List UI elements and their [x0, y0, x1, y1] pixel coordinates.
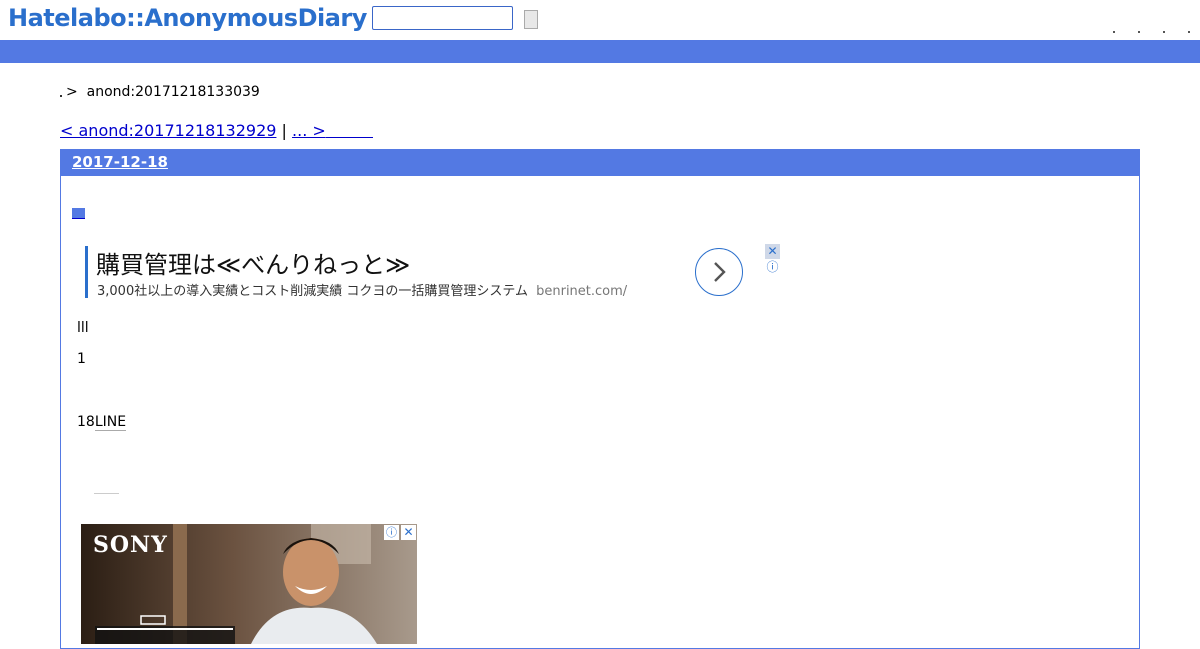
search-button[interactable]: [524, 10, 538, 29]
day-section: 2017-12-18 購買管理は≪べんりねっと≫ 3,000社以上の導入実績とコ…: [60, 149, 1140, 649]
ad-arrow-button[interactable]: [695, 248, 743, 296]
ad-close-icon[interactable]: ✕: [401, 525, 416, 540]
ad-info-icon[interactable]: ⓘ: [384, 525, 399, 540]
next-entry-link[interactable]: ... >: [292, 121, 373, 140]
ad-brand-logo: SONY: [93, 532, 168, 558]
breadcrumb: > anond:20171218133039: [60, 84, 260, 100]
header-links: [1095, 18, 1190, 37]
header-link-2[interactable]: [1137, 31, 1140, 33]
body-line-2: 1: [77, 351, 86, 367]
header-link-4[interactable]: [1188, 31, 1190, 33]
chevron-right-icon: [714, 262, 726, 282]
ad-description: 3,000社以上の導入実績とコスト削減実績 コクヨの一括購買管理システム ben…: [97, 280, 627, 299]
ad-title[interactable]: 購買管理は≪べんりねっと≫: [96, 245, 410, 280]
header-bar: [0, 40, 1200, 63]
ad-url[interactable]: benrinet.com/: [536, 284, 627, 299]
ad-description-text: 3,000社以上の導入実績とコスト削減実績 コクヨの一括購買管理システム: [97, 284, 528, 299]
breadcrumb-current: anond:20171218133039: [86, 84, 260, 100]
day-date-link[interactable]: 2017-12-18: [72, 153, 168, 171]
divider: [94, 493, 119, 494]
header-link-3[interactable]: [1162, 31, 1165, 33]
site-logo[interactable]: Hatelabo::AnonymousDiary: [8, 4, 367, 32]
prev-entry-link[interactable]: < anond:20171218132929: [60, 121, 276, 140]
entry-permalink-anchor[interactable]: [72, 208, 85, 219]
site-header: Hatelabo::AnonymousDiary: [0, 0, 1200, 40]
body-line-1: lll: [77, 320, 89, 336]
breadcrumb-home-link[interactable]: [60, 95, 62, 97]
breadcrumb-separator: >: [66, 84, 78, 100]
text-ad[interactable]: 購買管理は≪べんりねっと≫ 3,000社以上の導入実績とコスト削減実績 コクヨの…: [85, 246, 785, 300]
body-line-3-prefix: 18: [77, 414, 95, 430]
entry-pager: < anond:20171218132929 | ... >: [60, 121, 373, 140]
keyword-link[interactable]: LINE: [94, 414, 127, 431]
header-link-1[interactable]: [1112, 31, 1115, 33]
ad-accent-bar: [85, 246, 88, 298]
search-input[interactable]: [372, 6, 513, 30]
day-header: 2017-12-18: [61, 150, 1139, 176]
pager-divider: |: [281, 121, 287, 140]
body-line-3: 18LINE: [77, 414, 127, 431]
ad-info-icon[interactable]: ⓘ: [766, 261, 779, 274]
image-ad[interactable]: SONY ⓘ ✕: [81, 524, 417, 644]
ad-close-icon[interactable]: ✕: [765, 244, 780, 259]
